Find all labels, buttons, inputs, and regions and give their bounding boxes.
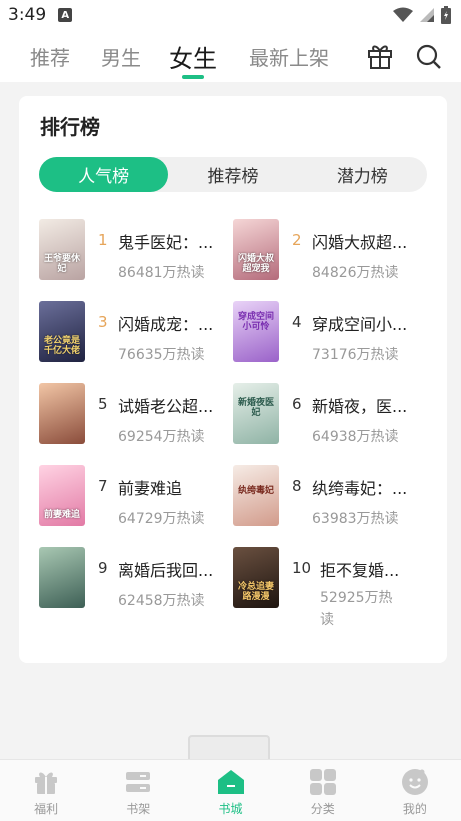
status-time: 3:49 [8, 5, 47, 25]
segment-potential[interactable]: 潜力榜 [298, 157, 427, 192]
book-heat: 64729万热读 [118, 511, 205, 527]
tab-bookstore[interactable]: 书城 [184, 760, 276, 821]
book-rank: 2 [292, 231, 302, 249]
book-cover[interactable]: 王爷要休妃 [39, 219, 85, 280]
tab-female[interactable]: 女生 [169, 39, 217, 74]
book-item[interactable]: 5 试婚老公超... 69254万热读 [39, 383, 229, 447]
grid-icon [309, 769, 336, 795]
book-title[interactable]: 新婚夜，医... [312, 393, 412, 417]
book-cover[interactable]: 闪婚大叔超宠我 [233, 219, 279, 280]
book-title[interactable]: 闪婚成宠：... [118, 311, 218, 335]
tab-welfare[interactable]: 福利 [0, 760, 92, 821]
battery-icon [441, 6, 451, 24]
book-cover[interactable]: 前妻难追 [39, 465, 85, 526]
book-cover[interactable]: 老公竟是千亿大佬 [39, 301, 85, 362]
book-title[interactable]: 离婚后我回... [118, 557, 218, 581]
book-title[interactable]: 鬼手医妃：... [118, 229, 218, 253]
book-item[interactable]: 冷总追妻路漫漫 10 拒不复婚... 52925万热读 [233, 547, 423, 633]
tab-male[interactable]: 男生 [101, 42, 141, 71]
book-heat: 64938万热读 [312, 429, 399, 445]
book-rank: 8 [292, 477, 302, 495]
book-item[interactable]: 穿成空间小可怜 4 穿成空间小... 73176万热读 [233, 301, 423, 365]
bottom-tab-bar: 福利 书架 书城 分类 我的 [0, 759, 461, 821]
tab-label: 福利 [34, 802, 59, 816]
book-title[interactable]: 穿成空间小... [312, 311, 412, 335]
tab-label: 分类 [310, 802, 335, 816]
book-title[interactable]: 拒不复婚... [320, 557, 412, 581]
book-item[interactable]: 纨绔毒妃 8 纨绔毒妃：... 63983万热读 [233, 465, 423, 529]
ranking-segmented-control: 人气榜 推荐榜 潜力榜 [39, 157, 427, 192]
book-title[interactable]: 纨绔毒妃：... [312, 475, 412, 499]
book-heat: 76635万热读 [118, 347, 205, 363]
book-title[interactable]: 闪婚大叔超... [312, 229, 412, 253]
tab-bookshelf[interactable]: 书架 [92, 760, 184, 821]
book-heat: 52925万热读 [320, 590, 393, 628]
book-item[interactable]: 王爷要休妃 1 鬼手医妃：... 86481万热读 [39, 219, 229, 283]
book-cover[interactable]: 新婚夜医妃 [233, 383, 279, 444]
tab-label: 我的 [402, 802, 427, 816]
book-heat: 62458万热读 [118, 593, 205, 609]
book-rank: 1 [98, 231, 108, 249]
placeholder-graphic [188, 735, 270, 761]
book-heat: 86481万热读 [118, 265, 205, 281]
tab-new-arrivals[interactable]: 最新上架 [249, 42, 329, 71]
book-item[interactable]: 9 离婚后我回... 62458万热读 [39, 547, 229, 611]
book-item[interactable]: 前妻难追 7 前妻难追 64729万热读 [39, 465, 229, 529]
book-rank: 3 [98, 313, 108, 331]
tab-mine[interactable]: 我的 [369, 760, 461, 821]
tab-label: 书架 [126, 802, 151, 816]
tab-label: 书城 [218, 802, 243, 816]
segment-recommended[interactable]: 推荐榜 [168, 157, 297, 192]
search-icon[interactable] [414, 42, 442, 70]
book-item[interactable]: 新婚夜医妃 6 新婚夜，医... 64938万热读 [233, 383, 423, 447]
book-rank: 7 [98, 477, 108, 495]
book-rank: 4 [292, 313, 302, 331]
book-cover[interactable]: 冷总追妻路漫漫 [233, 547, 279, 608]
gift-box-icon [35, 772, 58, 794]
book-cover[interactable]: 穿成空间小可怜 [233, 301, 279, 362]
profile-face-icon [401, 769, 428, 795]
book-item[interactable]: 老公竟是千亿大佬 3 闪婚成宠：... 76635万热读 [39, 301, 229, 365]
book-title[interactable]: 前妻难追 [118, 475, 218, 499]
tab-recommend[interactable]: 推荐 [30, 42, 70, 71]
home-store-icon [217, 770, 244, 794]
book-rank: 5 [98, 395, 108, 413]
book-heat: 69254万热读 [118, 429, 205, 445]
active-tab-indicator [182, 75, 204, 79]
book-heat: 84826万热读 [312, 265, 399, 281]
book-heat: 63983万热读 [312, 511, 399, 527]
book-rank: 10 [292, 559, 312, 577]
bookshelf-icon [126, 772, 151, 792]
book-cover[interactable]: 纨绔毒妃 [233, 465, 279, 526]
book-item[interactable]: 闪婚大叔超宠我 2 闪婚大叔超... 84826万热读 [233, 219, 423, 283]
signal-icon [420, 8, 434, 22]
book-heat: 73176万热读 [312, 347, 399, 363]
status-icons [393, 6, 451, 24]
ranking-card: 排行榜 人气榜 推荐榜 潜力榜 王爷要休妃 1 鬼手医妃：... 86481万热… [19, 96, 447, 663]
segment-popular[interactable]: 人气榜 [39, 157, 169, 192]
tab-category[interactable]: 分类 [277, 760, 369, 821]
status-bar: 3:49 A [0, 0, 461, 30]
wifi-icon [393, 7, 413, 22]
book-title[interactable]: 试婚老公超... [118, 393, 218, 417]
book-cover[interactable] [39, 547, 85, 608]
book-rank: 9 [98, 559, 108, 577]
notification-icon: A [58, 8, 73, 22]
book-rank: 6 [292, 395, 302, 413]
gift-icon[interactable] [366, 42, 394, 70]
ranking-title: 排行榜 [40, 115, 100, 139]
book-cover[interactable] [39, 383, 85, 444]
